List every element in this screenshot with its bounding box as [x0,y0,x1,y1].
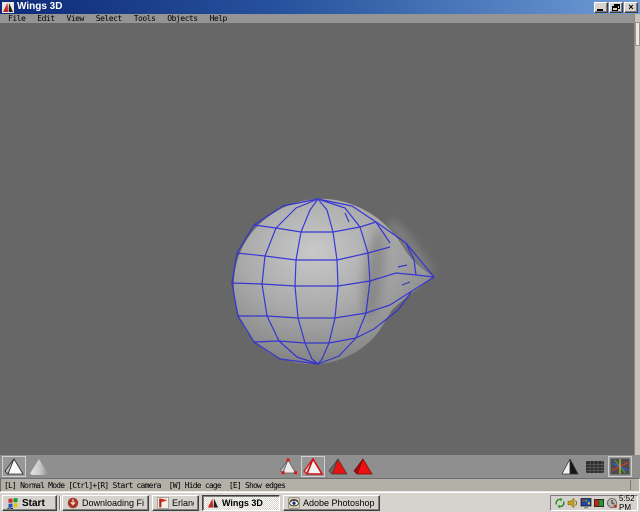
3d-scene [231,198,435,365]
wings3d-app-icon [2,1,14,13]
flat-tetrahedron-icon [4,458,24,475]
menu-objects[interactable]: Objects [167,14,198,23]
window-title: Wings 3D [17,1,63,12]
display-icon[interactable] [580,497,592,509]
wings3d-window: Wings 3D × File Edit View Select Tools O… [0,0,640,492]
menu-select[interactable]: Select [96,14,122,23]
status-text: [L] Normal Mode [Ctrl]+[R] Start camera … [4,480,286,490]
title-bar[interactable]: Wings 3D × [0,0,640,14]
face-mode-button[interactable] [326,456,350,477]
restore-icon [612,3,620,11]
edge-mode-button[interactable] [301,456,325,477]
wings3d-task-icon [207,497,219,509]
axes-icon [610,458,630,475]
taskbar-divider [59,496,61,510]
clock: 5:52 PM [619,494,635,512]
toolbar [0,455,640,478]
task-erlang[interactable]: Erlang [152,495,199,511]
scrollbar-thumb[interactable] [635,22,640,46]
scheduler-icon[interactable] [606,497,618,509]
shading-pyramid-icon [561,458,579,475]
smooth-cone-icon [30,459,48,475]
menu-edit[interactable]: Edit [37,14,55,23]
menu-help[interactable]: Help [210,14,228,23]
photoshop-eye-icon [288,497,300,509]
task-wings3d[interactable]: Wings 3D [202,495,280,511]
menu-file[interactable]: File [8,14,26,23]
graphics-icon[interactable] [593,497,605,509]
download-dialog-icon [67,497,79,509]
smooth-preview-button[interactable] [27,456,51,477]
restore-button[interactable] [609,1,623,13]
groundplane-grid-icon [586,461,604,473]
close-button[interactable]: × [624,1,638,13]
shading-toggle-button[interactable] [558,456,582,477]
smooth-mesh-surface[interactable] [233,198,434,365]
windows-taskbar: Start Downloading File: /wings/... Erlan… [0,492,640,512]
system-tray: 5:52 PM [550,494,638,512]
face-mode-icon [328,458,348,475]
groundplane-toggle-button[interactable] [583,456,607,477]
start-button[interactable]: Start [2,495,57,511]
sync-icon[interactable] [554,497,566,509]
task-label: Adobe Photoshop [303,498,375,508]
task-label: Downloading File: /wings/... [82,498,144,508]
status-bar: [L] Normal Mode [Ctrl]+[R] Start camera … [0,478,640,492]
geometry-viewport[interactable] [0,23,640,455]
menu-view[interactable]: View [67,14,85,23]
status-resize-grip[interactable] [630,480,638,490]
vertex-mode-button[interactable] [276,456,300,477]
task-downloading-file[interactable]: Downloading File: /wings/... [62,495,149,511]
vertex-mode-icon [279,458,297,475]
menu-bar: File Edit View Select Tools Objects Help [0,14,640,23]
task-photoshop[interactable]: Adobe Photoshop [283,495,380,511]
axes-toggle-button[interactable] [608,456,632,477]
body-mode-icon [353,458,373,475]
erlang-icon [157,497,169,509]
minimize-icon [597,8,603,11]
task-label: Wings 3D [222,498,263,508]
windows-logo-icon [7,498,18,509]
body-mode-button[interactable] [351,456,375,477]
flat-preview-button[interactable] [2,456,26,477]
right-scrollbar[interactable] [634,14,640,478]
task-label: Erlang [172,498,194,508]
menu-tools[interactable]: Tools [134,14,156,23]
close-icon: × [628,1,634,12]
edge-mode-icon [303,458,323,475]
volume-icon[interactable] [567,497,579,509]
minimize-button[interactable] [594,1,608,13]
start-label: Start [22,497,45,509]
